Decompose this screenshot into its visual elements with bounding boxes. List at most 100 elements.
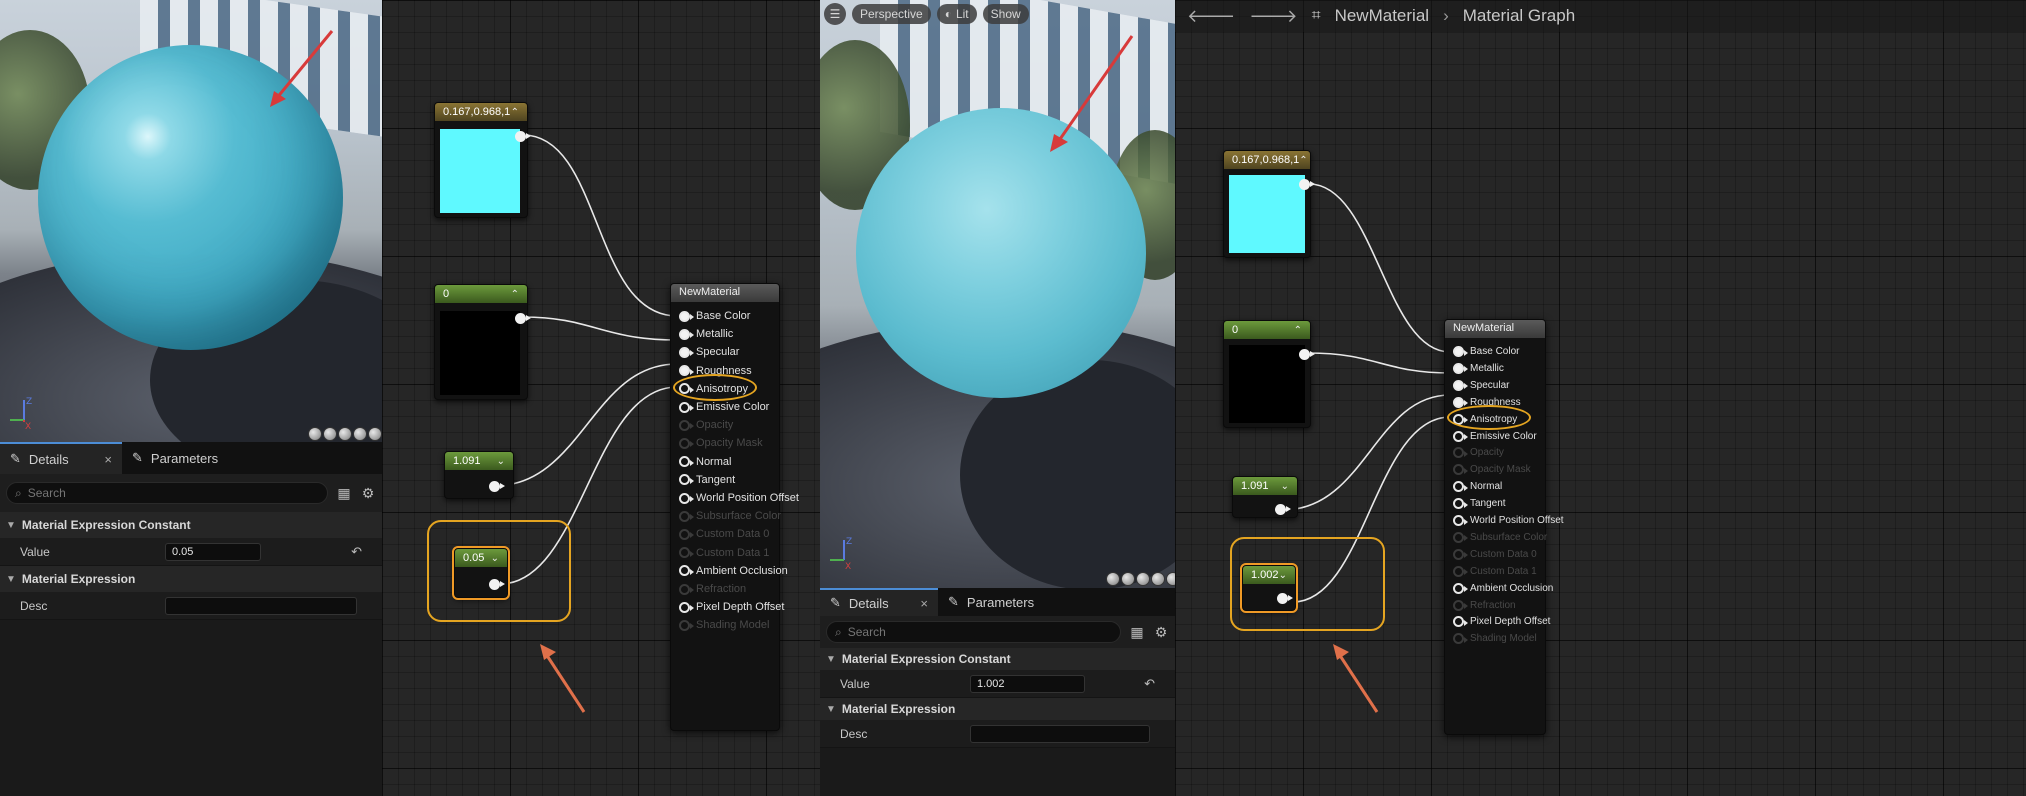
settings-gear-icon[interactable]: ⚙ [1153,624,1169,641]
shading-ball-icon[interactable] [1106,572,1120,586]
close-icon[interactable]: × [104,452,112,467]
node-header[interactable]: 1.002 ⌄ [1243,566,1295,584]
material-node-header[interactable]: NewMaterial [671,284,779,302]
shading-ball-icon[interactable] [368,427,382,441]
chevron-up-icon[interactable]: ⌃ [511,107,519,118]
shading-ball-icon[interactable] [323,427,337,441]
chevron-down-icon[interactable]: ⌄ [1279,570,1287,581]
material-pin-emissive-color[interactable]: Emissive Color [1453,430,1537,442]
input-pin-icon[interactable] [1453,582,1468,594]
input-pin-icon[interactable] [679,401,694,413]
reset-arrow-icon[interactable]: ↶ [1144,676,1155,692]
node-header[interactable]: 0 ⌃ [1224,321,1310,339]
constant-specular-node[interactable]: 1.091 ⌄ [444,451,514,499]
material-result-node[interactable]: NewMaterial Base Color Metallic Specular Ro… [670,283,799,731]
node-header[interactable]: 0.167,0.968,1 ⌃ [435,103,527,121]
input-pin-icon[interactable] [679,456,694,468]
chevron-down-icon[interactable]: ⌄ [497,456,505,467]
output-pin[interactable] [1299,179,1315,190]
shading-ball-icon[interactable] [308,427,322,441]
shading-ball-icon[interactable] [1151,572,1165,586]
desc-field[interactable] [970,724,1150,743]
input-pin-icon[interactable] [679,474,694,486]
node-header[interactable]: 1.091 ⌄ [1233,477,1297,495]
constant-metallic-node[interactable]: 0 ⌃ [1223,320,1315,428]
search-box[interactable]: ⌕ [826,621,1121,643]
input-pin-icon[interactable] [1453,498,1468,510]
node-header[interactable]: 0.167,0.968,1 ⌃ [1224,151,1310,169]
lit-button[interactable]: ◐ Lit [936,4,977,24]
back-arrow-icon[interactable]: 🡐 [1187,6,1235,27]
left-material-graph[interactable]: 0.167,0.968,1 ⌃ 0 ⌃ 1.091 ⌄ 0.05 ⌄ NewMa… [382,0,820,796]
input-pin-icon[interactable] [1453,362,1468,374]
input-pin-icon[interactable] [1453,379,1468,391]
tab-details[interactable]: ✎ Details × [0,442,122,474]
forward-arrow-icon[interactable]: 🡒 [1249,6,1297,27]
material-pin-metallic[interactable]: Metallic [679,328,733,340]
material-result-node[interactable]: NewMaterial Base Color Metallic Specular Ro… [1444,319,1564,735]
section-material-expression[interactable]: ▼ Material Expression [0,566,382,592]
section-material-expression-constant[interactable]: ▼ Material Expression Constant [820,648,1175,670]
shading-preview-icons[interactable] [1106,572,1175,586]
input-pin-icon[interactable] [679,492,694,504]
input-pin-icon[interactable] [1453,346,1468,357]
input-pin-icon[interactable] [1453,396,1468,408]
input-pin-icon[interactable] [679,310,694,322]
input-pin-icon[interactable] [1453,430,1468,442]
node-header[interactable]: 0 ⌃ [435,285,527,303]
shading-ball-icon[interactable] [338,427,352,441]
material-pin-metallic[interactable]: Metallic [1453,362,1504,374]
chevron-down-icon[interactable]: ⌄ [1281,481,1289,492]
perspective-button[interactable]: Perspective [852,4,931,24]
constant-roughness-node[interactable]: 1.002 ⌄ [1240,563,1298,613]
input-pin-icon[interactable] [679,601,694,613]
output-pin[interactable] [489,579,505,590]
output-pin[interactable] [1299,349,1315,360]
section-material-expression[interactable]: ▼ Material Expression [820,698,1175,720]
material-pin-ambient-occlusion[interactable]: Ambient Occlusion [679,565,788,577]
search-input[interactable] [27,486,319,500]
material-pin-normal[interactable]: Normal [679,456,731,468]
input-pin-icon[interactable] [679,565,694,577]
constant-roughness-node[interactable]: 0.05 ⌄ [452,546,510,600]
desc-field[interactable] [165,596,357,615]
show-button[interactable]: Show [982,4,1029,24]
material-pin-ambient-occlusion[interactable]: Ambient Occlusion [1453,582,1553,594]
close-icon[interactable]: × [920,596,928,611]
material-pin-specular[interactable]: Specular [679,346,739,358]
input-pin-icon[interactable] [679,328,694,340]
constant3vector-node[interactable]: 0.167,0.968,1 ⌃ [434,102,531,218]
shading-preview-icons[interactable] [308,427,382,441]
material-pin-specular[interactable]: Specular [1453,379,1509,391]
breadcrumb-root[interactable]: NewMaterial [1335,6,1429,26]
output-pin[interactable] [515,131,531,142]
reset-arrow-icon[interactable]: ↶ [351,544,362,560]
settings-gear-icon[interactable]: ⚙ [360,485,376,502]
chevron-up-icon[interactable]: ⌃ [1294,325,1302,336]
material-pin-world-position-offset[interactable]: World Position Offset [679,492,799,504]
value-field[interactable] [970,674,1085,693]
value-field[interactable] [165,542,261,561]
output-pin[interactable] [515,313,531,324]
material-pin-world-position-offset[interactable]: World Position Offset [1453,515,1564,526]
shading-ball-icon[interactable] [1136,572,1150,586]
constant3vector-node[interactable]: 0.167,0.968,1 ⌃ [1223,150,1315,258]
collapse-triangle-icon[interactable]: ▼ [6,520,16,531]
material-pin-pixel-depth-offset[interactable]: Pixel Depth Offset [679,601,784,613]
material-pin-base-color[interactable]: Base Color [1453,346,1519,357]
right-material-graph[interactable]: 🡐 🡒 ⌗ NewMaterial › Material Graph 0.167… [1175,0,2026,796]
output-pin[interactable] [1277,593,1293,604]
shading-ball-icon[interactable] [353,427,367,441]
tab-parameters[interactable]: ✎ Parameters [122,442,228,474]
output-pin[interactable] [1275,504,1291,515]
tab-parameters[interactable]: ✎ Parameters [938,588,1044,616]
material-node-header[interactable]: NewMaterial [1445,320,1545,338]
collapse-triangle-icon[interactable]: ▼ [826,654,836,665]
table-view-icon[interactable]: ▦ [336,485,352,502]
node-header[interactable]: 0.05 ⌄ [455,549,507,567]
tab-details[interactable]: ✎ Details × [820,588,938,616]
material-pin-tangent[interactable]: Tangent [1453,498,1506,510]
breadcrumb-current[interactable]: Material Graph [1463,6,1575,26]
constant-metallic-node[interactable]: 0 ⌃ [434,284,531,400]
constant-specular-node[interactable]: 1.091 ⌄ [1232,476,1298,518]
